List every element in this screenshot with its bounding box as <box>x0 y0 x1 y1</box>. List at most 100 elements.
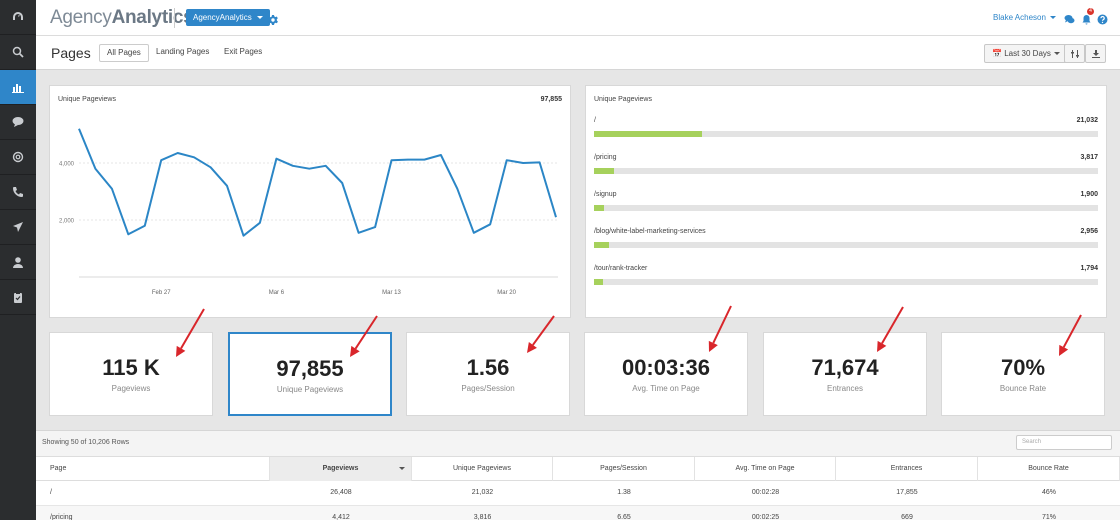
compare-button[interactable] <box>1064 44 1085 63</box>
top-page-bar-fill <box>594 168 614 174</box>
top-page-row[interactable]: / 21,032 <box>594 117 1098 143</box>
y-tick-label: 2,000 <box>59 219 75 225</box>
stat-value: 71,674 <box>811 355 879 380</box>
table-cell: 17,855 <box>896 489 918 496</box>
top-page-label: /tour/rank-tracker <box>594 265 648 272</box>
help-button[interactable] <box>1097 12 1108 25</box>
at-icon <box>12 151 24 163</box>
column-header-unique-pageviews[interactable]: Unique Pageviews <box>412 457 553 481</box>
sidebar-item-tasks[interactable] <box>0 280 36 315</box>
comments-icon <box>1064 15 1075 24</box>
search-input[interactable]: Search <box>1016 435 1112 450</box>
stat-card-pageviews[interactable]: 115 K Pageviews <box>49 332 213 416</box>
tab-all-pages[interactable]: All Pages <box>99 44 149 62</box>
top-page-bar-fill <box>594 205 604 211</box>
table-cell: /pricing <box>50 514 73 520</box>
notifications-button[interactable]: 4 <box>1081 8 1094 25</box>
phone-icon <box>13 187 23 197</box>
column-header-page[interactable]: Page <box>36 457 270 481</box>
top-page-value: 21,032 <box>1076 117 1098 124</box>
table-cell: 71% <box>1041 514 1056 520</box>
stat-value: 115 K <box>102 355 160 380</box>
top-page-bar-fill <box>594 131 703 137</box>
sliders-icon <box>1070 49 1079 58</box>
user-menu[interactable]: Blake Acheson <box>993 13 1056 22</box>
messages-button[interactable] <box>1064 12 1075 24</box>
stat-card-bounce-rate[interactable]: 70% Bounce Rate <box>941 332 1105 416</box>
stat-label: Pageviews <box>111 384 151 393</box>
top-page-row[interactable]: /tour/rank-tracker 1,794 <box>594 265 1098 291</box>
top-page-bar-fill <box>594 242 610 248</box>
date-range-label: Last 30 Days <box>1004 49 1051 58</box>
sidebar-item-chat[interactable] <box>0 105 36 140</box>
top-pages-title: Unique Pageviews <box>594 96 652 103</box>
user-name: Blake Acheson <box>993 13 1046 22</box>
table-cell: 1.38 <box>617 489 631 496</box>
sidebar-item-search[interactable] <box>0 35 36 70</box>
x-tick-label: Mar 20 <box>497 290 516 296</box>
logo[interactable]: AgencyAnalytics <box>50 7 194 29</box>
table-row[interactable]: /pricing 4,412 3,816 6.65 00:02:25 669 71% <box>36 506 1120 520</box>
chat-icon <box>12 117 24 127</box>
top-bar: AgencyAnalytics AgencyAnalytics Blake Ac… <box>36 0 1120 36</box>
top-page-value: 1,794 <box>1080 265 1098 272</box>
caret-down-icon <box>1053 52 1060 56</box>
settings-button[interactable] <box>268 12 278 25</box>
column-header-bounce-rate[interactable]: Bounce Rate <box>978 457 1120 481</box>
y-tick-label: 4,000 <box>59 162 75 168</box>
stat-card-unique-pageviews[interactable]: 97,855 Unique Pageviews <box>228 332 392 416</box>
table-cell: 00:02:25 <box>751 514 780 520</box>
top-page-bar-fill <box>594 279 604 285</box>
top-page-label: / <box>594 117 596 124</box>
sidebar-item-mentions[interactable] <box>0 140 36 175</box>
sidebar-item-calls[interactable] <box>0 175 36 210</box>
paper-plane-icon <box>13 222 23 232</box>
tab-exit-pages[interactable]: Exit Pages <box>217 44 269 62</box>
stat-label: Avg. Time on Page <box>632 384 700 393</box>
table-cell: 4,412 <box>332 514 350 520</box>
top-page-row[interactable]: /signup 1,900 <box>594 191 1098 217</box>
stat-label: Unique Pageviews <box>276 385 344 394</box>
column-header-avg-time-on-page[interactable]: Avg. Time on Page <box>695 457 836 481</box>
table-cell: 669 <box>901 514 913 520</box>
top-page-row[interactable]: /pricing 3,817 <box>594 154 1098 180</box>
top-page-row[interactable]: /blog/white-label-marketing-services 2,95… <box>594 228 1098 254</box>
column-header-pages-session[interactable]: Pages/Session <box>553 457 695 481</box>
column-header-label: Entrances <box>890 465 923 472</box>
table-cell: 26,408 <box>330 489 352 496</box>
notification-badge: 4 <box>1087 8 1094 15</box>
agency-switcher-button[interactable]: AgencyAnalytics <box>186 9 270 26</box>
top-page-bar-track <box>594 242 1098 248</box>
stat-value: 70% <box>1000 355 1046 380</box>
line-chart: 2,000 4,000 Feb 27 Mar 6 Mar 13 Mar 20 <box>59 128 558 296</box>
tab-landing-pages[interactable]: Landing Pages <box>149 44 216 62</box>
x-tick-label: Mar 6 <box>269 290 285 296</box>
clipboard-icon <box>14 292 22 303</box>
caret-down-icon <box>1049 16 1056 20</box>
table-cell: 46% <box>1041 489 1056 496</box>
top-page-bar-track <box>594 205 1098 211</box>
date-range-button[interactable]: 📅 Last 30 Days <box>984 44 1068 63</box>
sidebar-item-reports[interactable] <box>0 70 36 105</box>
table-row[interactable]: / 26,408 21,032 1.38 00:02:28 17,855 46% <box>36 481 1120 506</box>
bell-icon <box>1082 15 1091 25</box>
sidebar-item-send[interactable] <box>0 210 36 245</box>
calendar-icon: 📅 <box>992 49 1002 58</box>
table-header: Page Pageviews Unique Pageviews Pages/Sessi… <box>36 456 1120 481</box>
download-button[interactable] <box>1085 44 1106 63</box>
top-page-bar-track <box>594 279 1098 285</box>
top-page-bar-track <box>594 168 1098 174</box>
stat-value: 00:03:36 <box>621 355 711 380</box>
stat-card-pages-session[interactable]: 1.56 Pages/Session <box>406 332 570 416</box>
line-chart-card: Unique Pageviews 97,855 2,000 4,000 Feb 27… <box>49 85 571 318</box>
bar-chart-icon <box>12 84 24 93</box>
column-header-entrances[interactable]: Entrances <box>836 457 978 481</box>
divider <box>174 8 175 28</box>
top-page-value: 3,817 <box>1080 154 1098 161</box>
stat-card-entrances[interactable]: 71,674 Entrances <box>763 332 927 416</box>
column-header-pageviews[interactable]: Pageviews <box>270 457 412 481</box>
user-icon <box>13 257 23 268</box>
sidebar-item-users[interactable] <box>0 245 36 280</box>
stat-card-avg-time-on-page[interactable]: 00:03:36 Avg. Time on Page <box>584 332 748 416</box>
sidebar-item-dashboard[interactable] <box>0 0 36 35</box>
